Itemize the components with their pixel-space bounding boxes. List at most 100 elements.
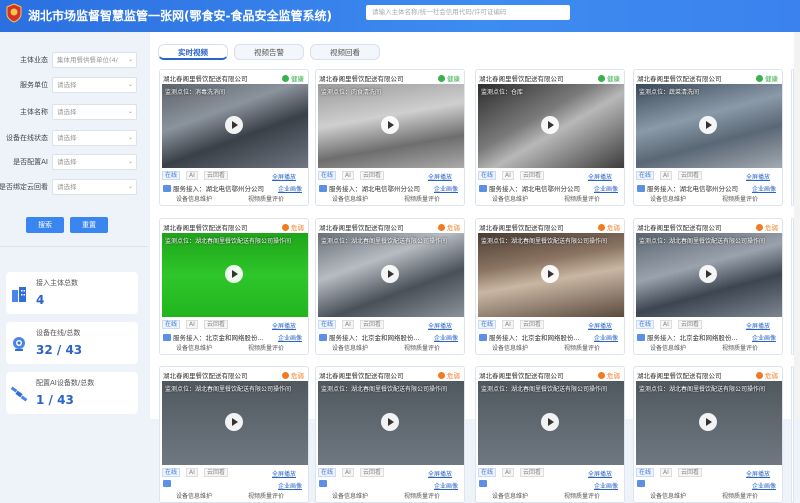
video-player[interactable]: 监测点位：湖北春阁里餐饮配送有限公司操作间 (162, 233, 308, 317)
business-type-select[interactable]: 集体用餐供餐单位(4/⌄ (52, 52, 137, 68)
video-player[interactable]: 监测点位：蔬菜清洗间 (636, 84, 782, 168)
fullscreen-link[interactable]: 全屏播放 (746, 321, 770, 330)
video-quality-link[interactable]: 视频质量评价 (404, 343, 440, 352)
device-info-link[interactable]: 设备信息维护 (492, 343, 528, 352)
video-quality-link[interactable]: 视频质量评价 (248, 491, 284, 500)
device-info-link[interactable]: 设备信息维护 (650, 491, 686, 500)
video-card[interactable]: 湖北春阁里餐饮配送有限公司 健康 监测点位：蔬菜清洗间 在线 AI 云回看 全屏播放 服务接入… (633, 69, 783, 206)
fullscreen-link[interactable]: 全屏播放 (428, 321, 452, 330)
video-card[interactable]: 湖北春阁里餐饮配送有限公司 危弱 监测点位：湖北春阁里餐饮配送有限公司操作间 在线 AI… (633, 366, 783, 503)
enterprise-profile-link[interactable]: 企业画像 (594, 184, 618, 193)
fullscreen-link[interactable]: 全屏播放 (588, 321, 612, 330)
video-player[interactable]: 监测点位：湖北春阁里餐饮配送有限公司操作间 (162, 381, 308, 465)
device-info-link[interactable]: 设备信息维护 (650, 343, 686, 352)
video-card[interactable]: 湖北春阁里餐饮配送有限公司 健康 监测点位：肉食清洗间 在线 AI 云回看 全屏播放 服务接入… (315, 69, 465, 206)
video-quality-link[interactable]: 视频质量评价 (722, 194, 758, 203)
device-info-link[interactable]: 设备信息维护 (492, 194, 528, 203)
play-icon[interactable] (381, 265, 399, 283)
fullscreen-link[interactable]: 全屏播放 (588, 172, 612, 181)
entity-name-select[interactable]: 请选择 ⌄ (52, 104, 137, 120)
fullscreen-link[interactable]: 全屏播放 (428, 469, 452, 478)
play-icon[interactable] (699, 265, 717, 283)
play-icon[interactable] (541, 116, 559, 134)
fullscreen-link[interactable]: 全屏播放 (272, 469, 296, 478)
video-quality-link[interactable]: 视频质量评价 (248, 194, 284, 203)
scrollbar[interactable] (794, 32, 800, 419)
video-card[interactable]: 湖北春阁里餐饮配送有限公司 危弱 监测点位：湖北春阁里餐饮配送有限公司操作间 在线 AI… (475, 218, 625, 355)
fullscreen-link[interactable]: 全屏播放 (746, 172, 770, 181)
video-quality-link[interactable]: 视频质量评价 (404, 194, 440, 203)
fullscreen-link[interactable]: 全屏播放 (746, 469, 770, 478)
enterprise-profile-link[interactable]: 企业画像 (278, 184, 302, 193)
device-info-link[interactable]: 设备信息维护 (176, 491, 212, 500)
ai-config-select[interactable]: 请选择 ⌄ (52, 154, 137, 170)
enterprise-profile-link[interactable]: 企业画像 (752, 184, 776, 193)
cloud-playback-select[interactable]: 请选择 ⌄ (52, 179, 137, 195)
fullscreen-link[interactable]: 全屏播放 (588, 469, 612, 478)
tag-row: 在线 AI 云回看 全屏播放 (162, 320, 308, 330)
video-player[interactable]: 监测点位：肉食清洗间 (318, 84, 464, 168)
play-icon[interactable] (699, 413, 717, 431)
video-quality-link[interactable]: 视频质量评价 (404, 491, 440, 500)
device-info-link[interactable]: 设备信息维护 (332, 343, 368, 352)
enterprise-profile-link[interactable]: 企业画像 (752, 481, 776, 490)
device-info-link[interactable]: 设备信息维护 (650, 194, 686, 203)
enterprise-profile-link[interactable]: 企业画像 (278, 481, 302, 490)
play-icon[interactable] (225, 116, 243, 134)
search-button[interactable]: 搜索 (26, 217, 64, 233)
tab-live-video[interactable]: 实时视频 (158, 44, 228, 60)
video-quality-link[interactable]: 视频质量评价 (722, 343, 758, 352)
play-icon[interactable] (699, 116, 717, 134)
video-quality-link[interactable]: 视频质量评价 (248, 343, 284, 352)
video-player[interactable]: 监测点位：湖北春阁里餐饮配送有限公司操作间 (478, 381, 624, 465)
play-icon[interactable] (381, 413, 399, 431)
video-player[interactable]: 监测点位：仓库 (478, 84, 624, 168)
video-player[interactable]: 监测点位：湖北春阁里餐饮配送有限公司操作间 (318, 381, 464, 465)
play-icon[interactable] (541, 413, 559, 431)
video-player[interactable]: 监测点位：湖北春阁里餐饮配送有限公司操作间 (636, 381, 782, 465)
video-card[interactable]: 湖北春阁里餐饮配送有限公司 健康 监测点位：仓库 在线 AI 云回看 全屏播放 服务接入：湖北… (475, 69, 625, 206)
video-card[interactable]: 湖北春阁里餐饮配送有限公司 健康 监测点位：消毒洗消间 在线 AI 云回看 全屏播放 服务接入… (159, 69, 309, 206)
video-card[interactable]: 湖北春阁里餐饮配送有限公司 危弱 监测点位：湖北春阁里餐饮配送有限公司操作间 在线 AI… (315, 366, 465, 503)
play-icon[interactable] (381, 116, 399, 134)
video-player[interactable]: 监测点位：湖北春阁里餐饮配送有限公司操作间 (318, 233, 464, 317)
enterprise-profile-link[interactable]: 企业画像 (434, 184, 458, 193)
play-icon[interactable] (541, 265, 559, 283)
device-info-link[interactable]: 设备信息维护 (492, 491, 528, 500)
tab-video-playback[interactable]: 视频回看 (310, 44, 380, 60)
service-unit-select[interactable]: 请选择 ⌄ (52, 77, 137, 93)
monitor-point-label: 监测点位：湖北春阁里餐饮配送有限公司操作间 (481, 238, 608, 245)
video-player[interactable]: 监测点位：湖北春阁里餐饮配送有限公司操作间 (478, 233, 624, 317)
enterprise-profile-link[interactable]: 企业画像 (434, 333, 458, 342)
enterprise-profile-link[interactable]: 企业画像 (594, 481, 618, 490)
fullscreen-link[interactable]: 全屏播放 (272, 321, 296, 330)
video-card[interactable]: 湖北春阁里餐饮配送有限公司 危弱 监测点位：湖北春阁里餐饮配送有限公司操作间 在线 AI… (159, 366, 309, 503)
search-input[interactable]: 请输入主体名称/统一社会信用代码/许可证编码 (366, 5, 570, 20)
video-quality-link[interactable]: 视频质量评价 (722, 491, 758, 500)
enterprise-profile-link[interactable]: 企业画像 (434, 481, 458, 490)
video-quality-link[interactable]: 视频质量评价 (564, 491, 600, 500)
video-card[interactable]: 湖北春阁里餐饮配送有限公司 危弱 监测点位：湖北春阁里餐饮配送有限公司操作间 在线 AI… (475, 366, 625, 503)
enterprise-profile-link[interactable]: 企业画像 (752, 333, 776, 342)
enterprise-profile-link[interactable]: 企业画像 (594, 333, 618, 342)
video-card[interactable]: 湖北春阁里餐饮配送有限公司 危弱 监测点位：湖北春阁里餐饮配送有限公司操作间 在线 AI… (315, 218, 465, 355)
enterprise-profile-link[interactable]: 企业画像 (278, 333, 302, 342)
fullscreen-link[interactable]: 全屏播放 (272, 172, 296, 181)
video-card[interactable]: 湖北春阁里餐饮配送有限公司 危弱 监测点位：湖北春阁里餐饮配送有限公司操作间 在线 AI… (159, 218, 309, 355)
play-icon[interactable] (225, 413, 243, 431)
tab-video-alarm[interactable]: 视频告警 (234, 44, 304, 60)
video-player[interactable]: 监测点位：湖北春阁里餐饮配送有限公司操作间 (636, 233, 782, 317)
device-status-select[interactable]: 请选择 ⌄ (52, 130, 137, 146)
device-info-link[interactable]: 设备信息维护 (176, 194, 212, 203)
video-quality-link[interactable]: 视频质量评价 (564, 343, 600, 352)
reset-button[interactable]: 重置 (70, 217, 108, 233)
video-player[interactable]: 监测点位：消毒洗消间 (162, 84, 308, 168)
device-info-link[interactable]: 设备信息维护 (332, 194, 368, 203)
device-info-link[interactable]: 设备信息维护 (332, 491, 368, 500)
fullscreen-link[interactable]: 全屏播放 (428, 172, 452, 181)
video-quality-link[interactable]: 视频质量评价 (564, 194, 600, 203)
play-icon[interactable] (225, 265, 243, 283)
service-access: 服务接入：湖北电信鄂州分公司 (637, 183, 738, 193)
video-card[interactable]: 湖北春阁里餐饮配送有限公司 危弱 监测点位：湖北春阁里餐饮配送有限公司操作间 在线 AI… (633, 218, 783, 355)
device-info-link[interactable]: 设备信息维护 (176, 343, 212, 352)
